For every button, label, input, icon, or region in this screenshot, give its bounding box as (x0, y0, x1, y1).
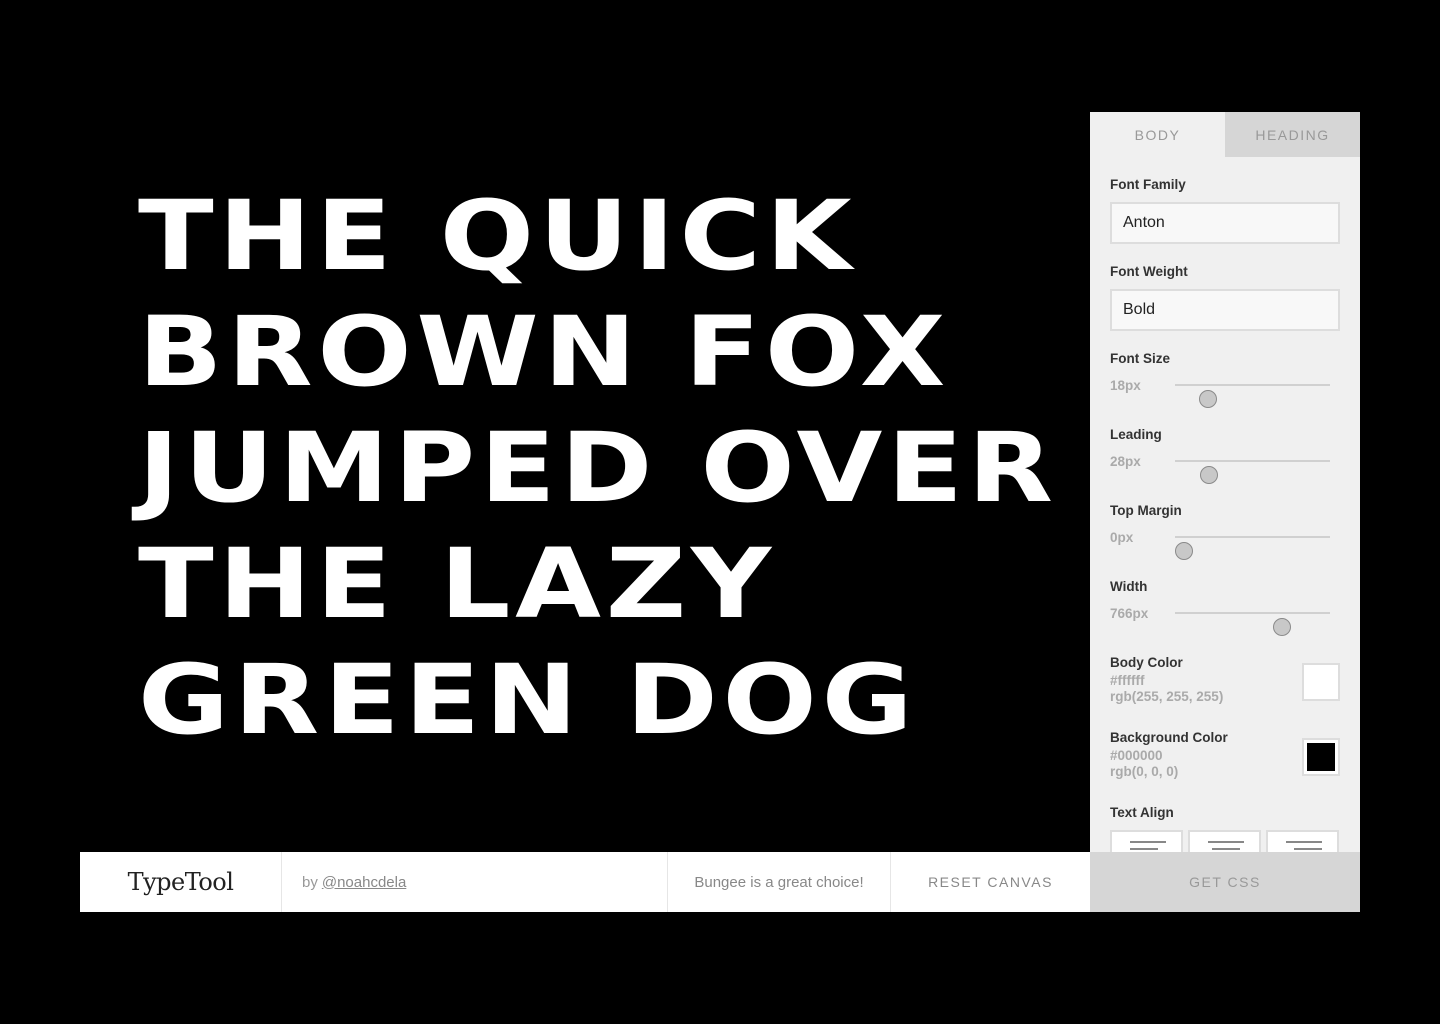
body-color-swatch[interactable] (1302, 663, 1340, 701)
leading-value: 28px (1110, 454, 1141, 469)
font-size-label: Font Size (1110, 351, 1170, 366)
get-css-button[interactable]: GET CSS (1090, 852, 1360, 912)
font-size-value: 18px (1110, 378, 1141, 393)
top-margin-value: 0px (1110, 530, 1134, 545)
align-left-icon (1130, 841, 1166, 843)
preview-line: The quick (138, 181, 857, 293)
leading-label: Leading (1110, 427, 1162, 442)
font-weight-label: Font Weight (1110, 264, 1188, 279)
footer-bar: TypeTool by @noahcdela Bungee is a great… (80, 852, 1360, 912)
preview-line: green dog (138, 645, 918, 757)
preview-line: the lazy (138, 529, 776, 641)
width-slider[interactable] (1175, 612, 1330, 636)
align-center-button[interactable] (1188, 830, 1261, 852)
byline-prefix: by (302, 873, 318, 891)
tab-body[interactable]: BODY (1090, 112, 1225, 157)
text-align-label: Text Align (1110, 805, 1174, 820)
font-size-control: Font Size 18px (1110, 351, 1340, 427)
panel-tabs: BODY HEADING (1090, 112, 1360, 157)
byline: by @noahcdela (282, 852, 668, 912)
font-family-label: Font Family (1110, 177, 1186, 192)
width-control: Width 766px (1110, 579, 1340, 655)
leading-control: Leading 28px (1110, 427, 1340, 503)
align-left-button[interactable] (1110, 830, 1183, 852)
body-color-control: Body Color #ffffff rgb(255, 255, 255) (1110, 655, 1340, 730)
author-link[interactable]: @noahcdela (322, 874, 406, 891)
background-color-control: Background Color #000000 rgb(0, 0, 0) (1110, 730, 1340, 805)
align-center-icon-line (1212, 848, 1240, 850)
top-margin-label: Top Margin (1110, 503, 1182, 518)
width-value: 766px (1110, 606, 1149, 621)
preview-line: brown fox (138, 297, 951, 409)
font-size-slider[interactable] (1175, 384, 1330, 408)
body-color-fill (1307, 668, 1335, 696)
align-right-button[interactable] (1266, 830, 1339, 852)
background-color-fill (1307, 743, 1335, 771)
align-left-icon-line (1130, 848, 1158, 850)
settings-panel: BODY HEADING Font Family Font Weight Fon… (1090, 112, 1360, 852)
align-right-icon (1286, 841, 1322, 843)
preview-line: jumped over (138, 413, 1058, 525)
reset-canvas-button[interactable]: RESET CANVAS (891, 852, 1090, 912)
typetool-logo[interactable]: TypeTool (80, 852, 282, 912)
width-label: Width (1110, 579, 1148, 594)
text-align-control: Text Align (1110, 805, 1340, 852)
top-margin-control: Top Margin 0px (1110, 503, 1340, 579)
align-center-icon (1208, 841, 1244, 843)
top-margin-slider-thumb[interactable] (1175, 542, 1194, 560)
leading-slider-thumb[interactable] (1200, 466, 1219, 484)
font-weight-input[interactable] (1110, 289, 1340, 331)
font-family-input[interactable] (1110, 202, 1340, 244)
font-size-slider-thumb[interactable] (1198, 390, 1217, 408)
tab-heading[interactable]: HEADING (1225, 112, 1360, 157)
top-margin-slider[interactable] (1175, 536, 1330, 560)
preview-text: The quick brown fox jumped over the lazy… (138, 178, 1053, 758)
font-tip: Bungee is a great choice! (668, 852, 891, 912)
align-right-icon-line (1294, 848, 1322, 850)
width-slider-thumb[interactable] (1272, 618, 1291, 636)
leading-slider[interactable] (1175, 460, 1330, 484)
background-color-swatch[interactable] (1302, 738, 1340, 776)
